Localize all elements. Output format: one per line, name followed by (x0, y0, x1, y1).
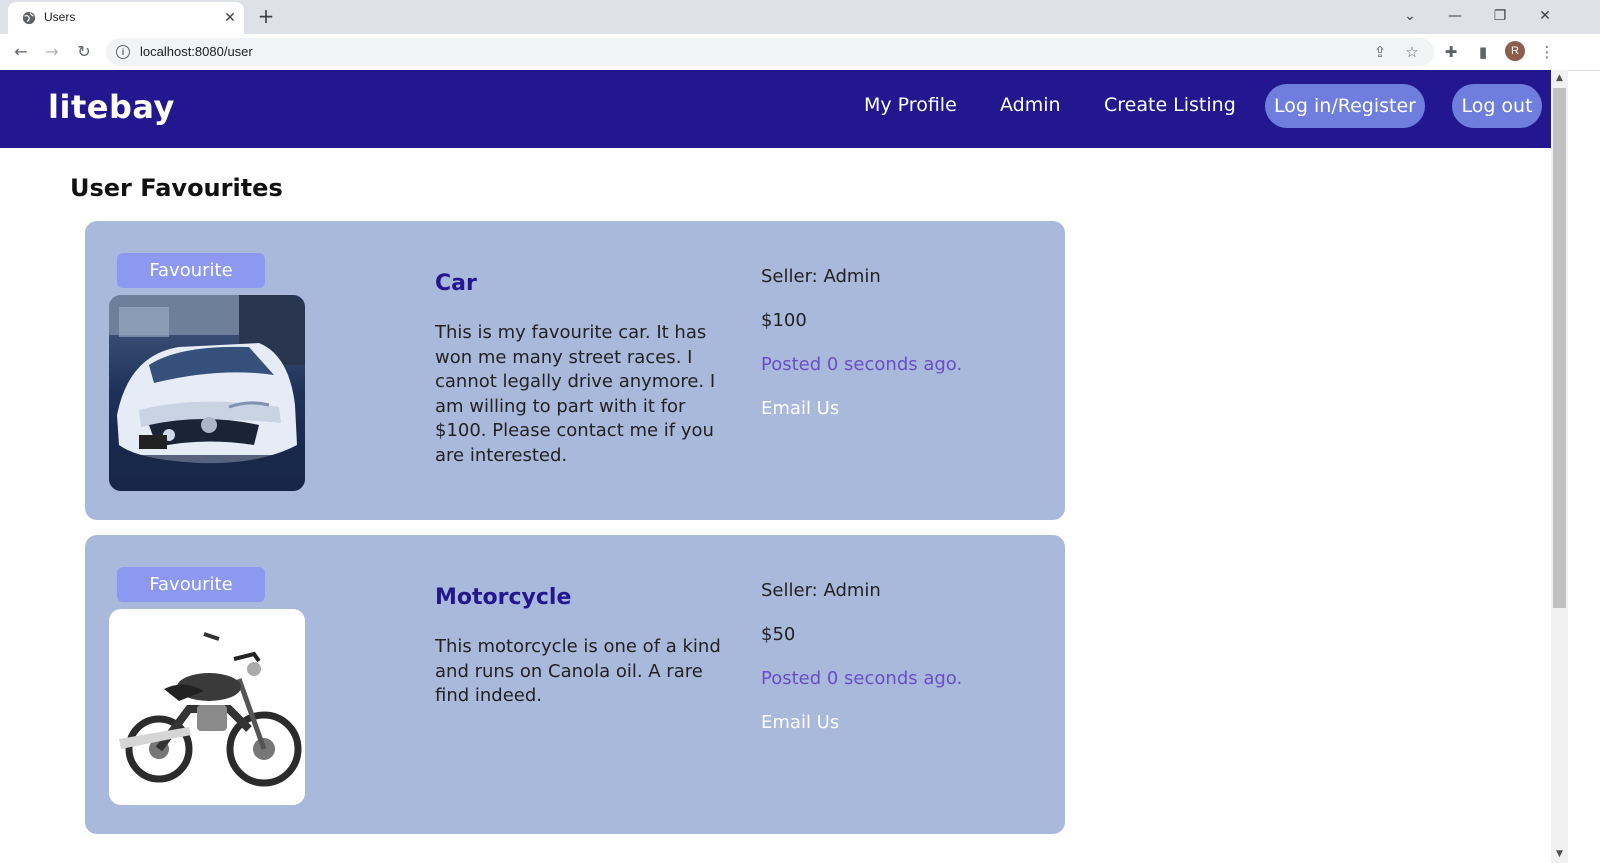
listing-seller: Seller: Admin (761, 580, 881, 601)
browser-toolbar: ← → ↻ i localhost:8080/user ⇪ ☆ ✚ ▮ ⋮ (0, 34, 1600, 71)
browser-tab-strip: Users ✕ + ⌄ — ❐ ✕ (0, 0, 1600, 34)
address-bar[interactable]: i localhost:8080/user ⇪ ☆ (106, 38, 1434, 66)
site-info-icon[interactable]: i (116, 45, 130, 59)
logout-button[interactable]: Log out (1452, 84, 1542, 128)
page-title: User Favourites (70, 174, 283, 202)
listing-description: This motorcycle is one of a kind and run… (435, 636, 721, 706)
scroll-down-arrow-icon[interactable]: ▼ (1551, 846, 1568, 863)
vertical-scrollbar[interactable]: ▲ ▼ (1551, 70, 1568, 863)
nav-my-profile[interactable]: My Profile (864, 94, 957, 116)
side-panel-icon[interactable]: ▮ (1473, 42, 1493, 62)
share-icon[interactable]: ⇪ (1370, 42, 1390, 62)
brand-logo[interactable]: litebay (48, 88, 175, 126)
tab-title: Users (44, 10, 76, 24)
nav-admin[interactable]: Admin (1000, 94, 1061, 116)
globe-icon (22, 11, 36, 25)
motorcycle-photo[interactable] (109, 609, 305, 805)
minimize-icon[interactable]: — (1443, 4, 1467, 28)
url-text: localhost:8080/user (140, 44, 253, 59)
tab-search-icon[interactable]: ⌄ (1398, 4, 1422, 28)
listing-card: Favourite Car This is my favourite car. … (85, 221, 1065, 520)
site-navbar: litebay My Profile Admin Create Listing … (0, 70, 1551, 148)
listing-posted-time: Posted 0 seconds ago. (761, 668, 963, 689)
scroll-up-arrow-icon[interactable]: ▲ (1551, 70, 1568, 87)
listing-seller: Seller: Admin (761, 266, 881, 287)
listing-title[interactable]: Car (435, 271, 477, 296)
listing-description: This is my favourite car. It has won me … (435, 322, 716, 466)
page-viewport: litebay My Profile Admin Create Listing … (0, 70, 1551, 863)
login-register-button[interactable]: Log in/Register (1265, 84, 1425, 128)
listing-posted-time: Posted 0 seconds ago. (761, 354, 963, 375)
extensions-icon[interactable]: ✚ (1441, 42, 1461, 62)
listing-price: $100 (761, 310, 807, 331)
favourite-button[interactable]: Favourite (117, 253, 265, 288)
new-tab-icon[interactable]: + (254, 4, 278, 28)
email-us-link[interactable]: Email Us (761, 398, 839, 419)
menu-icon[interactable]: ⋮ (1537, 42, 1557, 62)
close-window-icon[interactable]: ✕ (1533, 4, 1557, 28)
forward-icon[interactable]: → (40, 40, 64, 64)
star-icon[interactable]: ☆ (1402, 42, 1422, 62)
restore-icon[interactable]: ❐ (1488, 4, 1512, 28)
profile-avatar[interactable]: R (1505, 41, 1525, 61)
favourite-button[interactable]: Favourite (117, 567, 265, 602)
email-us-link[interactable]: Email Us (761, 712, 839, 733)
close-tab-icon[interactable]: ✕ (220, 8, 240, 28)
scroll-thumb[interactable] (1553, 88, 1566, 608)
listing-card: Favourite Motorcycle This motorcycle is … (85, 535, 1065, 834)
nav-create-listing[interactable]: Create Listing (1104, 94, 1236, 116)
reload-icon[interactable]: ↻ (72, 40, 96, 64)
browser-tab[interactable]: Users ✕ (8, 2, 244, 34)
listing-title[interactable]: Motorcycle (435, 585, 571, 610)
back-icon[interactable]: ← (9, 40, 33, 64)
car-photo[interactable] (109, 295, 305, 491)
listing-price: $50 (761, 624, 796, 645)
